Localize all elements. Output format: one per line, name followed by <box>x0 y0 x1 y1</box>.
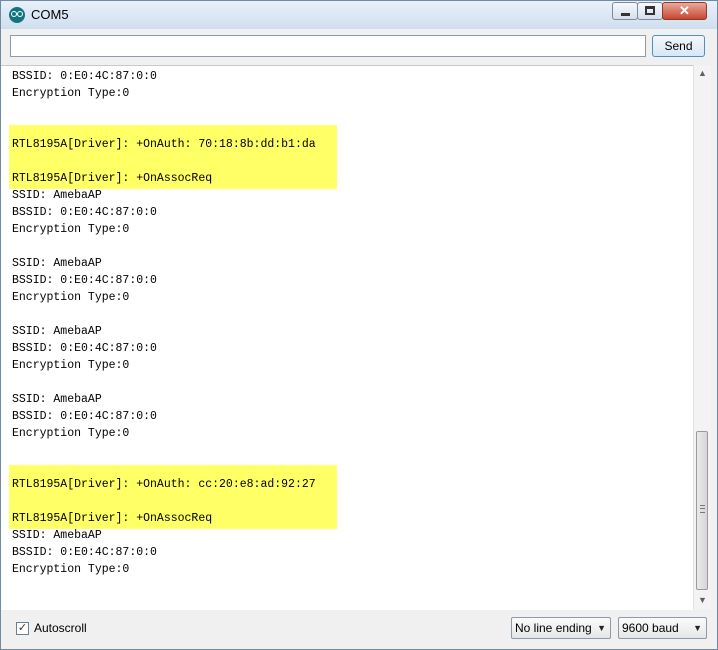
title-bar: COM5 ✕ <box>1 1 717 29</box>
scroll-up-arrow-icon[interactable]: ▲ <box>694 65 711 82</box>
baud-rate-value: 9600 baud <box>622 621 679 635</box>
output-line: Encryption Type:0 <box>12 291 130 304</box>
output-line: SSID: AmebaAP <box>12 529 102 542</box>
serial-input[interactable] <box>10 35 646 57</box>
line-ending-select[interactable]: No line ending ▼ <box>511 617 611 639</box>
serial-monitor-window: COM5 ✕ Send BSSID: 0:E0:4C:87:0:0 Encrypt… <box>0 0 718 650</box>
output-line: RTL8195A[Driver]: +OnAssocReq <box>12 512 213 525</box>
output-line: Encryption Type:0 <box>12 427 130 440</box>
output-line: BSSID: 0:E0:4C:87:0:0 <box>12 342 157 355</box>
baud-rate-select[interactable]: 9600 baud ▼ <box>618 617 707 639</box>
minimize-icon <box>621 13 630 16</box>
send-button[interactable]: Send <box>652 35 705 57</box>
autoscroll-label: Autoscroll <box>34 621 87 635</box>
checkmark-icon: ✓ <box>17 622 28 634</box>
maximize-button[interactable] <box>637 2 663 20</box>
output-line: RTL8195A[Driver]: +OnAssocReq <box>12 172 213 185</box>
output-line: Encryption Type:0 <box>12 359 130 372</box>
output-line: SSID: AmebaAP <box>12 189 102 202</box>
arduino-icon <box>9 7 25 23</box>
output-line: BSSID: 0:E0:4C:87:0:0 <box>12 206 157 219</box>
minimize-button[interactable] <box>612 2 638 20</box>
send-row: Send <box>1 29 717 65</box>
serial-output: BSSID: 0:E0:4C:87:0:0 Encryption Type:0 RT… <box>1 65 693 611</box>
scroll-down-arrow-icon[interactable]: ▼ <box>694 592 711 609</box>
maximize-icon <box>645 6 655 15</box>
output-line: Encryption Type:0 <box>12 563 130 576</box>
output-line: BSSID: 0:E0:4C:87:0:0 <box>12 410 157 423</box>
output-line: BSSID: 0:E0:4C:87:0:0 <box>12 70 157 83</box>
chevron-down-icon: ▼ <box>693 623 702 633</box>
grip-icon <box>700 505 705 513</box>
autoscroll-checkbox[interactable]: ✓ <box>16 622 29 635</box>
window-title: COM5 <box>31 7 69 22</box>
chevron-down-icon: ▼ <box>597 623 606 633</box>
close-icon: ✕ <box>679 3 690 18</box>
output-line: RTL8195A[Driver]: +OnAuth: 70:18:8b:dd:b… <box>12 138 316 151</box>
status-bar: ✓ Autoscroll No line ending ▼ 9600 baud … <box>1 610 717 649</box>
output-line: SSID: AmebaAP <box>12 393 102 406</box>
vertical-scrollbar[interactable]: ▲ ▼ <box>693 65 711 609</box>
output-line: Encryption Type:0 <box>12 223 130 236</box>
scrollbar-thumb[interactable] <box>696 431 708 590</box>
output-line: BSSID: 0:E0:4C:87:0:0 <box>12 546 157 559</box>
output-line: SSID: AmebaAP <box>12 325 102 338</box>
output-line: BSSID: 0:E0:4C:87:0:0 <box>12 274 157 287</box>
close-button[interactable]: ✕ <box>662 2 707 20</box>
line-ending-value: No line ending <box>515 621 592 635</box>
output-line: RTL8195A[Driver]: +OnAuth: cc:20:e8:ad:9… <box>12 478 316 491</box>
output-line: SSID: AmebaAP <box>12 257 102 270</box>
output-line: Encryption Type:0 <box>12 87 130 100</box>
